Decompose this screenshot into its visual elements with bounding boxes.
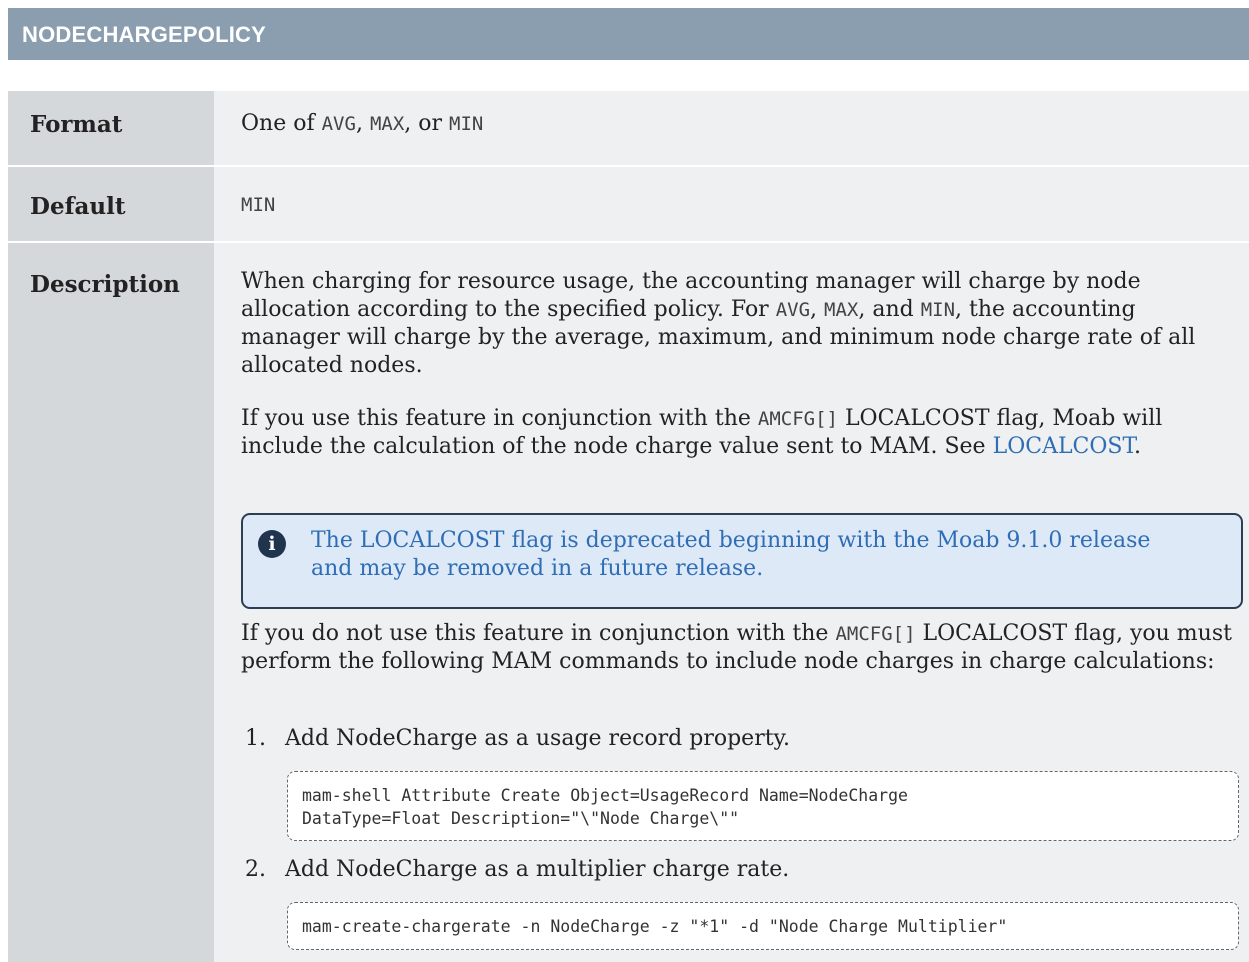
default-row: Default MIN	[8, 167, 1249, 241]
format-row: Format One of AVG, MAX, or MIN	[8, 91, 1249, 165]
code-block: mam-shell Attribute Create Object=UsageR…	[287, 771, 1239, 841]
option-avg: AVG	[321, 113, 356, 135]
description-value-cell: When charging for resource usage, the ac…	[214, 243, 1249, 962]
default-label-cell: Default	[8, 167, 214, 241]
description-label-cell: Description	[8, 243, 214, 962]
code-block: mam-create-chargerate -n NodeCharge -z "…	[287, 902, 1239, 950]
step-number: 1.	[245, 726, 266, 751]
description-label: Description	[30, 271, 180, 298]
format-label-cell: Format	[8, 91, 214, 165]
note-box: i The LOCALCOST flag is deprecated begin…	[241, 513, 1243, 609]
table-title: NODECHARGEPOLICY	[22, 22, 266, 47]
option-min: MIN	[449, 113, 484, 135]
info-icon: i	[258, 530, 286, 558]
description-paragraph-3: If you do not use this feature in conjun…	[241, 621, 1232, 674]
step-text: Add NodeCharge as a multiplier charge ra…	[285, 857, 790, 882]
step-number: 2.	[245, 857, 266, 882]
list-item: 1. Add NodeCharge as a usage record prop…	[241, 725, 1235, 755]
format-value: One of AVG, MAX, or MIN	[241, 111, 484, 136]
format-value-cell: One of AVG, MAX, or MIN	[214, 91, 1249, 165]
description-paragraph-1: When charging for resource usage, the ac…	[241, 269, 1196, 378]
default-value-cell: MIN	[214, 167, 1249, 241]
default-label: Default	[30, 193, 126, 220]
format-label: Format	[30, 111, 123, 138]
description-row: Description When charging for resource u…	[8, 243, 1249, 962]
default-value: MIN	[241, 194, 276, 216]
step-text: Add NodeCharge as a usage record propert…	[285, 726, 791, 751]
description-paragraph-2: If you use this feature in conjunction w…	[241, 406, 1163, 459]
note-text: The LOCALCOST flag is deprecated beginni…	[311, 528, 1151, 581]
list-item: 2. Add NodeCharge as a multiplier charge…	[241, 856, 1235, 886]
option-max: MAX	[369, 113, 405, 135]
localcost-link[interactable]: LOCALCOST	[993, 434, 1134, 459]
